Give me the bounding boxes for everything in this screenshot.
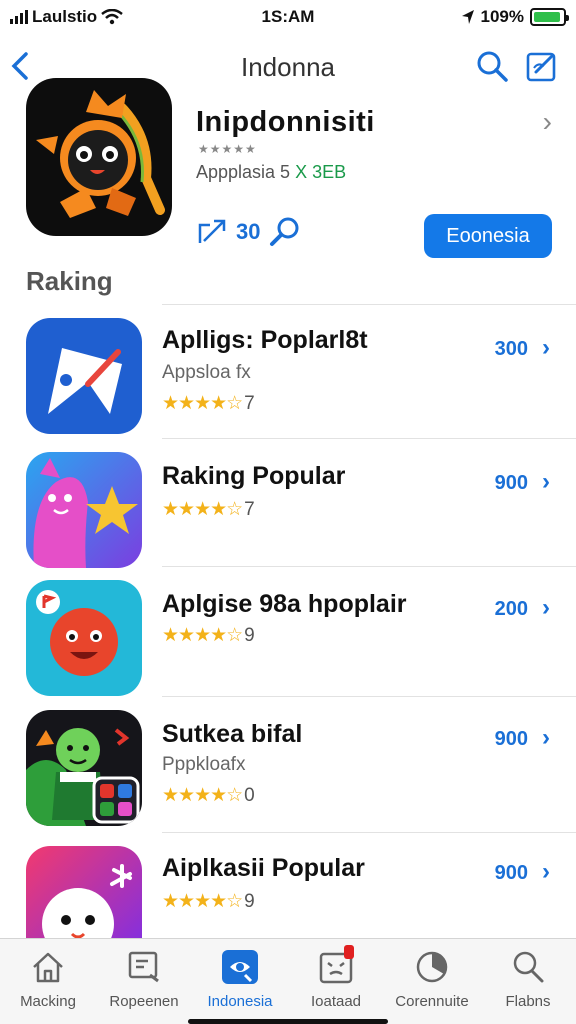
app-icon-1[interactable] [26, 318, 142, 434]
featured-rating-stars: ★★★★★ [198, 142, 257, 156]
location-icon [461, 10, 474, 24]
app-icon-2[interactable] [26, 452, 142, 568]
app-rating: ★★★★☆ 7 [162, 392, 255, 415]
signal-icon [10, 10, 28, 24]
featured-app-icon[interactable] [26, 78, 172, 236]
screen-search-icon [124, 947, 164, 987]
status-right: 109% [461, 7, 569, 27]
tab-ropeenen[interactable]: Ropeenen [96, 939, 192, 1024]
status-left: Laulstio [10, 7, 123, 27]
tab-macking[interactable]: Macking [0, 939, 96, 1024]
home-indicator [188, 1019, 388, 1024]
wifi-icon [101, 9, 123, 25]
face-box-icon [316, 945, 356, 987]
tab-label: Ropeenen [109, 993, 179, 1010]
chevron-right-icon[interactable]: › [542, 724, 550, 752]
row-divider [162, 304, 576, 305]
carrier-label: Laulstio [32, 7, 98, 26]
app-name: Aplgise 98a hpoplair [162, 590, 407, 618]
list-item[interactable]: Aplligs: Poplarl8t Appsloa fx ★★★★☆ 7 30… [0, 304, 576, 434]
search-icon [508, 947, 548, 987]
row-divider [162, 832, 576, 833]
status-bar: Laulstio 1S:AM 109% [0, 0, 576, 34]
tab-indonesia[interactable]: Indonesia [192, 939, 288, 1024]
battery-icon [530, 8, 569, 26]
section-title: Raking [26, 266, 113, 296]
app-price[interactable]: 200 [495, 598, 528, 621]
rating-count: 0 [244, 784, 255, 806]
chevron-right-icon[interactable]: › [542, 594, 550, 622]
featured-app: Inipdonnisiti › ★★★★★ Appplasia 5 X 3EB … [0, 76, 576, 266]
tab-corennuite[interactable]: Corennuite [384, 939, 480, 1024]
app-icon-3[interactable] [26, 580, 142, 696]
list-item[interactable]: Aiplkasii Popular ★★★★☆ 9 900 › [0, 832, 576, 938]
chevron-right-icon[interactable]: › [543, 106, 552, 138]
tab-label: Indonesia [207, 993, 273, 1010]
app-rating: ★★★★☆ 9 [162, 624, 255, 647]
magnify-icon[interactable] [268, 216, 302, 248]
app-rating: ★★★★☆ 0 [162, 784, 255, 807]
app-subtitle: Appsloa fx [162, 362, 251, 383]
app-name: Aiplkasii Popular [162, 854, 365, 882]
tab-bar: Macking Ropeenen Indonesia Ioataad Coren… [0, 938, 576, 1024]
app-price[interactable]: 900 [495, 728, 528, 751]
list-item[interactable]: Sutkea bifal Pppkloafx ★★★★☆ 0 900 › [0, 696, 576, 826]
notification-badge [344, 945, 354, 959]
tab-label: Ioataad [310, 993, 362, 1010]
app-name: Raking Popular [162, 462, 346, 490]
list-item[interactable]: Aplgise 98a hpoplair ★★★★☆ 9 200 › [0, 566, 576, 696]
app-price[interactable]: 900 [495, 472, 528, 495]
star-rating-icon: ★★★★☆ [162, 499, 243, 520]
app-icon-5[interactable] [26, 846, 142, 938]
row-divider [162, 566, 576, 567]
home-icon [28, 947, 68, 987]
rating-count: 7 [244, 392, 255, 414]
battery-percent: 109% [480, 7, 524, 26]
featured-action-count: 30 [236, 219, 261, 244]
tab-flabns[interactable]: Flabns [480, 939, 576, 1024]
tab-ioataad[interactable]: Ioataad [288, 939, 384, 1024]
app-name: Sutkea bifal [162, 720, 303, 748]
app-subtitle: Pppkloafx [162, 754, 246, 775]
featured-app-title[interactable]: Inipdonnisiti [196, 106, 375, 139]
star-rating-icon: ★★★★☆ [162, 393, 243, 414]
rating-count: 9 [244, 624, 255, 646]
share-icon[interactable] [196, 217, 228, 247]
tab-label: Flabns [505, 993, 551, 1010]
featured-subtitle-text: Appplasia 5 [196, 162, 291, 182]
star-rating-icon: ★★★★☆ [162, 625, 243, 646]
star-rating-icon: ★★★★☆ [162, 891, 243, 912]
get-button[interactable]: Eoonesia [424, 214, 552, 258]
chevron-right-icon[interactable]: › [542, 858, 550, 886]
rating-count: 7 [244, 498, 255, 520]
app-rating: ★★★★☆ 9 [162, 890, 255, 913]
battery-level [534, 12, 560, 22]
star-rating-icon: ★★★★☆ [162, 785, 243, 806]
tab-label: Macking [20, 993, 76, 1010]
app-price[interactable]: 300 [495, 338, 528, 361]
list-item[interactable]: Raking Popular ★★★★☆ 7 900 › [0, 438, 576, 568]
pie-icon [412, 947, 452, 987]
tab-label: Corennuite [395, 993, 469, 1010]
row-divider [162, 438, 576, 439]
chevron-right-icon[interactable]: › [542, 468, 550, 496]
featured-actions: 30 [196, 216, 302, 248]
row-divider [162, 696, 576, 697]
featured-subtitle: Appplasia 5 X 3EB [196, 162, 346, 183]
rating-count: 9 [244, 890, 255, 912]
featured-subtitle-green: X 3EB [295, 162, 347, 182]
app-icon-4[interactable] [26, 710, 142, 826]
indonesia-tab-icon [220, 947, 260, 987]
app-rating: ★★★★☆ 7 [162, 498, 255, 521]
chevron-right-icon[interactable]: › [542, 334, 550, 362]
app-name: Aplligs: Poplarl8t [162, 326, 368, 354]
app-price[interactable]: 900 [495, 862, 528, 885]
